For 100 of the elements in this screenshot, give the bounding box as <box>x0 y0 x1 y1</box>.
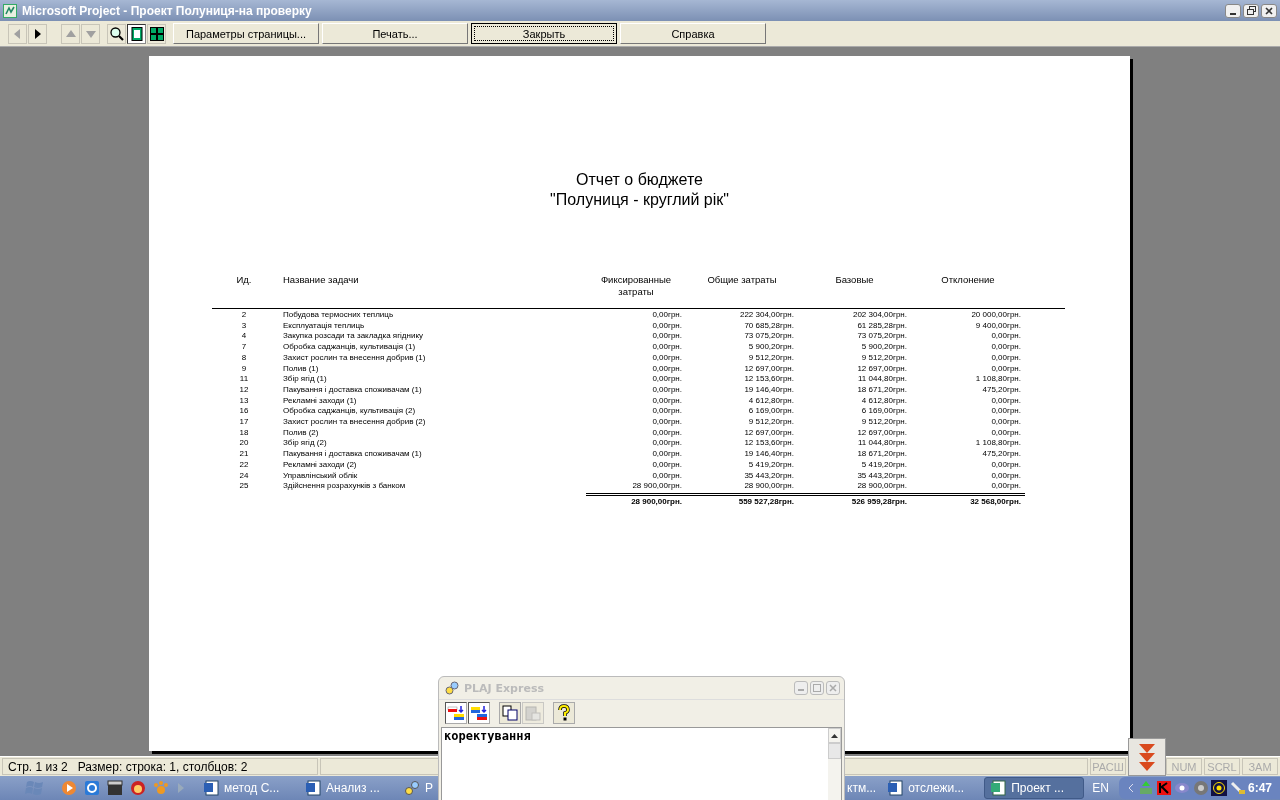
column-header: Фиксированные затраты <box>599 274 673 298</box>
table-cell-text: 25 <box>238 481 250 492</box>
table-cell-text: Захист рослин та внесення добрив (2) <box>282 417 427 428</box>
table-cell-text: 73 075,20грн. <box>743 331 795 343</box>
table-cell-text: 9 512,20грн. <box>747 352 795 364</box>
copy-icon <box>501 704 519 722</box>
status-indicator: NUM <box>1166 758 1202 775</box>
language-indicator[interactable]: EN <box>1092 781 1109 795</box>
browser-icon[interactable] <box>84 780 100 796</box>
table-cell-text: Обробка саджанців, культивація (2) <box>282 406 417 418</box>
one-page-view-button[interactable] <box>127 23 146 44</box>
table-cell-text: 0,00грн. <box>651 342 683 353</box>
total-cell: 32 568,00грн. <box>911 492 1025 508</box>
status-indicator: SCRL <box>1204 758 1240 775</box>
table-cell-text: 0,00грн. <box>651 459 683 471</box>
status-text: Стр. 1 из 2 Размер: строка: 1, столбцов: 2 <box>2 758 318 775</box>
table-cell-text: 5 419,20грн. <box>747 459 795 471</box>
round-emblem-icon[interactable] <box>130 780 146 796</box>
table-cell-text: 0,00грн. <box>651 310 683 321</box>
table-cell-text: 0,00грн. <box>651 352 683 364</box>
nav-forward-button[interactable] <box>28 23 47 44</box>
table-cell-text: 7 <box>240 342 248 353</box>
media-player-icon[interactable] <box>61 780 77 796</box>
table-cell-text: 0,00грн. <box>990 417 1022 428</box>
toolbar-button[interactable]: Справка <box>620 23 766 44</box>
column-header: Отклонение <box>940 274 996 287</box>
table-cell-text: 18 671,20грн. <box>856 449 908 460</box>
table-cell-text: Побудова термосних теплиць <box>282 310 395 321</box>
table-cell-text: 5 419,20грн. <box>860 459 908 471</box>
table-cell-text: 11 044,80грн. <box>857 374 908 385</box>
table-cell-text: 4 <box>240 331 248 343</box>
column-header: Название задачи <box>282 274 360 287</box>
table-cell-text: Збір ягід (1) <box>282 374 328 385</box>
table-cell-text: 0,00грн. <box>651 417 683 428</box>
table-cell-text: 0,00грн. <box>990 406 1022 418</box>
scroll-bar[interactable] <box>828 728 841 800</box>
table-cell-text: 0,00грн. <box>651 427 683 439</box>
table-cell-text: 9 400,00грн. <box>974 320 1022 332</box>
table-cell-text: 12 153,60грн. <box>743 374 795 385</box>
total-cell: 559 527,28грн. <box>686 492 798 508</box>
table-cell-text: Полив (1) <box>282 363 320 375</box>
uk-ru-tool-button[interactable] <box>468 702 490 724</box>
restore-button[interactable] <box>1243 3 1259 18</box>
table-cell-text: 18 <box>238 427 250 439</box>
table-cell-text: 4 612,80грн. <box>860 395 908 407</box>
table-cell-text: Управлінський облік <box>282 470 359 482</box>
maximize-button[interactable] <box>810 681 824 695</box>
table-cell-text: 202 304,00грн. <box>851 310 908 321</box>
table-cell-text: 0,00грн. <box>990 427 1022 439</box>
antivirus-icon[interactable] <box>1155 780 1172 796</box>
ru-uk-tool-button[interactable] <box>445 702 467 724</box>
close-icon <box>1265 6 1273 15</box>
help-icon <box>555 704 573 722</box>
table-cell-text: 6 169,00грн. <box>747 406 795 418</box>
multi-page-view-button[interactable] <box>147 23 166 44</box>
table-cell-text: 19 146,40грн. <box>743 384 795 396</box>
toolbar-button[interactable]: Печать... <box>322 23 468 44</box>
eye-icon[interactable] <box>1174 780 1190 796</box>
signal-icon[interactable] <box>1211 780 1227 796</box>
table-cell-text: 0,00грн. <box>651 395 683 407</box>
table-cell-text: 2 <box>240 310 248 321</box>
close-button[interactable] <box>1261 3 1277 18</box>
copy-tool-button[interactable] <box>499 702 521 724</box>
table-cell-text: 0,00грн. <box>990 331 1022 343</box>
table-cell-text: 12 697,00грн. <box>743 427 795 439</box>
taskbar-button[interactable]: Анализ ... <box>300 778 398 798</box>
table-cell-text: 12 697,00грн. <box>743 363 795 375</box>
toolbar-button[interactable]: Параметры страницы... <box>173 23 319 44</box>
clapperboard-icon[interactable] <box>107 780 123 796</box>
table-cell-text: Здійснення розрахунків з банком <box>282 481 407 492</box>
table-cell-text: 0,00грн. <box>651 374 683 385</box>
table-cell-text: 61 285,28грн. <box>856 320 908 332</box>
table-cell-text: 0,00грн. <box>651 320 683 332</box>
taskbar-button[interactable]: ктм... <box>845 778 879 798</box>
total-cell: 526 959,28грн. <box>798 492 911 508</box>
taskbar-button[interactable]: метод С... <box>198 778 296 798</box>
app-icon <box>3 3 17 18</box>
table-cell-text: 12 <box>238 384 250 396</box>
zoom-view-button[interactable] <box>107 23 126 44</box>
window-title: Microsoft Project - Проект Полуниця-на проверку <box>22 3 313 18</box>
table-cell-text: Пакування і доставка споживачам (1) <box>282 384 423 396</box>
chart-document-icon <box>990 780 1007 796</box>
restore-icon <box>1246 6 1256 15</box>
document-icon <box>203 780 219 796</box>
table-cell-text: Рекламні заходи (2) <box>282 459 358 471</box>
table-cell-text: 0,00грн. <box>990 459 1022 471</box>
taskbar-button[interactable]: отслежи... <box>882 778 981 798</box>
maximize-icon <box>813 684 821 692</box>
minimize-button[interactable] <box>1225 3 1241 18</box>
taskbar-button[interactable]: Проект ... <box>984 777 1085 799</box>
toolbar-button[interactable]: Закрыть <box>471 23 617 44</box>
table-cell-text: 35 443,20грн. <box>856 470 908 482</box>
taskbar-button[interactable]: P <box>402 778 435 798</box>
table-cell-text: 12 153,60грн. <box>743 438 795 450</box>
table-cell-text: 22 <box>238 459 250 471</box>
table-cell-text: 0,00грн. <box>651 438 683 450</box>
table-cell-text: 9 <box>240 363 248 375</box>
chevron-icon[interactable] <box>1126 783 1135 793</box>
help-tool-button[interactable] <box>553 702 575 724</box>
table-cell-text: 21 <box>238 449 250 460</box>
